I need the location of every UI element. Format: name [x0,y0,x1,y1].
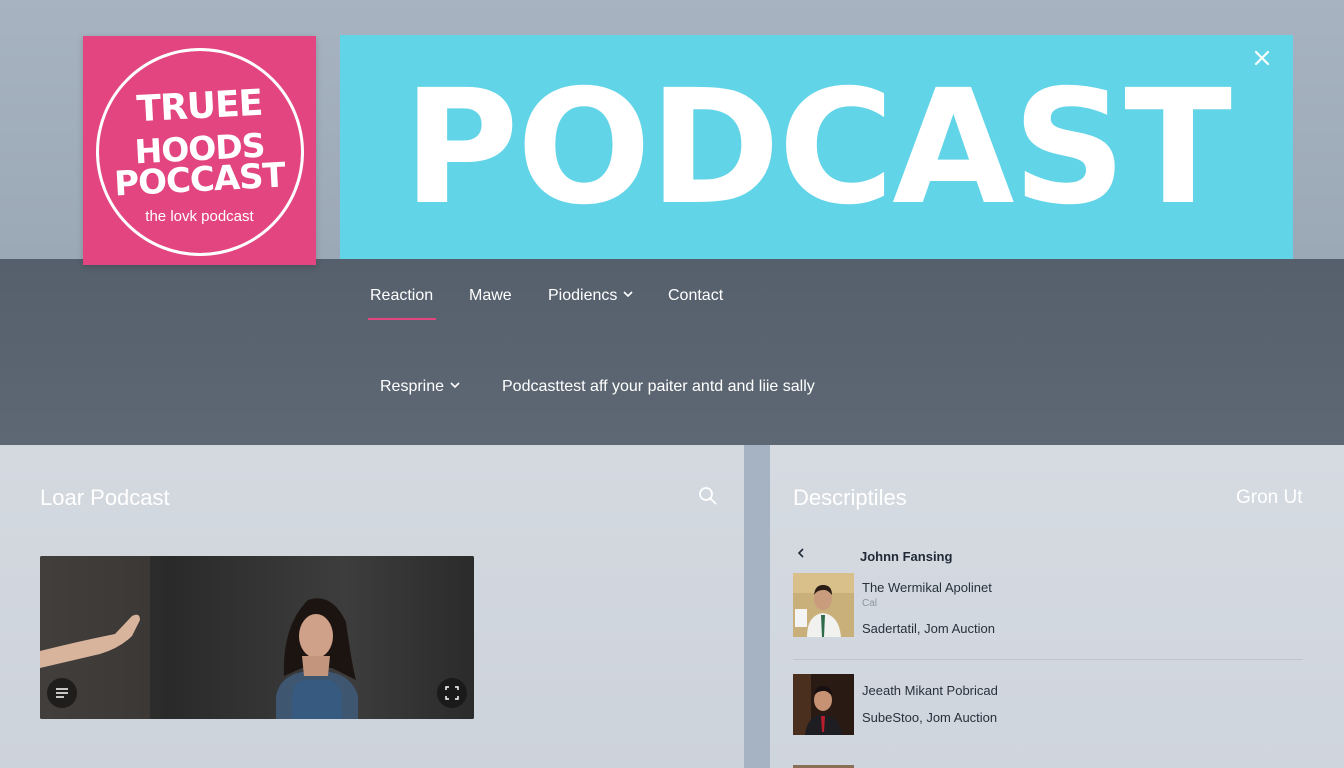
dropdown-label: Resprine [380,378,445,395]
logo-tagline: the lovk podcast [145,208,254,225]
search-icon[interactable] [698,486,720,508]
main-panel: Loar Podcast [0,445,744,768]
nav-item-label: Contact [668,287,724,304]
list-header: Johnn Fansing [860,549,953,564]
chevron-down-icon [450,380,460,392]
banner-title: PODCAST [402,56,1232,240]
nav-item-reaction[interactable]: Reaction [370,287,433,305]
chevron-down-icon [623,289,633,301]
header-tagline: Podcasttest aff your paiter antd and lii… [502,378,815,395]
panel-title: Loar Podcast [40,485,170,510]
fullscreen-icon[interactable] [437,678,467,708]
close-icon[interactable] [1249,45,1275,71]
active-nav-underline [368,318,436,320]
nav-item-mawe[interactable]: Mawe [469,287,512,305]
playlist-icon[interactable] [47,678,77,708]
video-frame [40,556,474,719]
navigation-bar: Reaction Mawe Piodiencs Contact Resprine… [0,259,1344,445]
podcast-logo[interactable]: TRUEE HOODS POCCAST the lovk podcast [83,36,316,265]
nav-item-piodiencs[interactable]: Piodiencs [548,287,633,305]
side-panel-title: Descriptiles [793,485,907,510]
group-link[interactable]: Gron Ut [1236,487,1303,509]
nav-item-label: Piodiencs [548,287,618,304]
episode-title: The Wermikal Apolinet [862,580,992,595]
nav-item-label: Reaction [370,287,434,304]
panel-divider [744,445,770,768]
resprine-dropdown[interactable]: Resprine [380,378,460,396]
video-player[interactable] [40,556,474,719]
episode-title: Jeeath Mikant Pobricad [862,683,998,698]
episode-subtitle: Sadertatil, Jom Auction [862,621,995,636]
nav-item-label: Mawe [469,287,512,304]
episode-thumbnail [793,674,854,735]
side-panel: Descriptiles Gron Ut Johnn Fansing The W… [770,445,1344,768]
back-arrow-icon[interactable] [794,546,808,560]
episode-list-item[interactable]: The Wermikal Apolinet Cal Sadertatil, Jo… [793,573,1323,639]
episode-list-item[interactable]: Jeeath Mikant Pobricad SubeStoo, Jom Auc… [793,674,1323,736]
episode-subtitle: SubeStoo, Jom Auction [862,710,998,725]
nav-item-contact[interactable]: Contact [668,287,723,305]
episode-thumbnail [793,573,854,637]
list-divider [793,659,1303,660]
episode-extra: Cal [862,598,878,609]
hero-banner: PODCAST [340,35,1293,259]
